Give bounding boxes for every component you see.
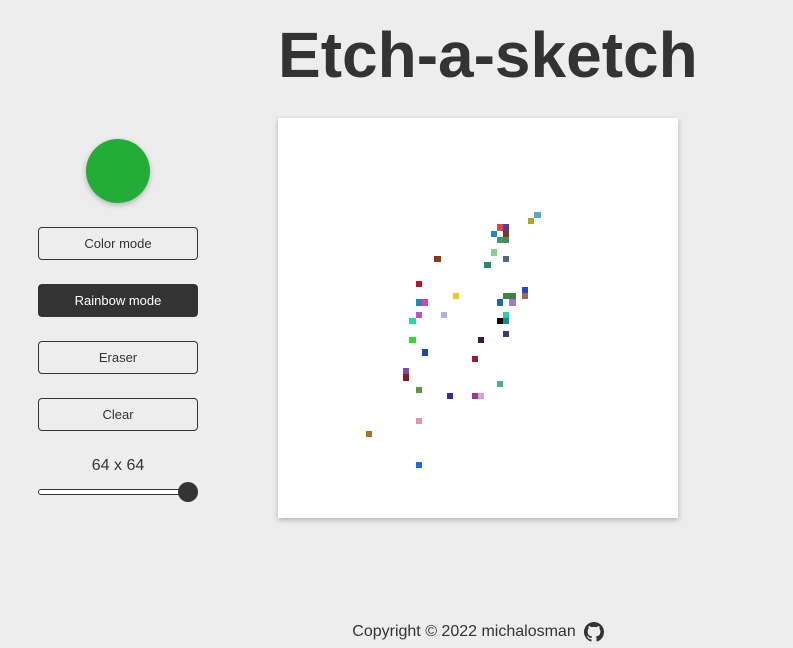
grid-cell[interactable]: [446, 393, 453, 400]
grid-cell[interactable]: [434, 255, 441, 262]
grid-cell[interactable]: [503, 318, 510, 325]
rainbow-mode-button[interactable]: Rainbow mode: [38, 284, 198, 317]
grid-cell[interactable]: [409, 318, 416, 325]
grid-cell[interactable]: [471, 355, 478, 362]
grid-cell[interactable]: [478, 393, 485, 400]
grid-cell[interactable]: [509, 299, 516, 306]
grid-cell[interactable]: [365, 430, 372, 437]
grid-cell[interactable]: [534, 211, 541, 218]
grid-cell[interactable]: [503, 255, 510, 262]
grid-cell[interactable]: [421, 349, 428, 356]
drawing-grid[interactable]: [278, 118, 678, 518]
github-icon[interactable]: [583, 622, 604, 642]
grid-cell[interactable]: [415, 418, 422, 425]
footer: Copyright © 2022 michalosman: [0, 620, 793, 644]
grid-cell[interactable]: [490, 249, 497, 256]
grid-cell[interactable]: [415, 386, 422, 393]
grid-cell[interactable]: [415, 280, 422, 287]
grid-cell[interactable]: [415, 311, 422, 318]
grid-cell[interactable]: [440, 311, 447, 318]
color-mode-button[interactable]: Color mode: [38, 227, 198, 260]
grid-cell[interactable]: [484, 261, 491, 268]
grid-cell[interactable]: [403, 374, 410, 381]
copyright-text: Copyright © 2022 michalosman: [352, 623, 576, 640]
grid-size-slider[interactable]: [38, 482, 198, 502]
clear-button[interactable]: Clear: [38, 398, 198, 431]
color-picker[interactable]: [86, 139, 150, 203]
eraser-button[interactable]: Eraser: [38, 341, 198, 374]
grid-cell[interactable]: [421, 299, 428, 306]
grid-cell[interactable]: [496, 299, 503, 306]
grid-cell[interactable]: [528, 218, 535, 225]
grid-cell[interactable]: [503, 236, 510, 243]
page-title: Etch-a-sketch: [278, 19, 698, 91]
grid-cell[interactable]: [496, 380, 503, 387]
grid-cell[interactable]: [503, 330, 510, 337]
grid-cell[interactable]: [453, 293, 460, 300]
grid-cell[interactable]: [409, 336, 416, 343]
slider-track[interactable]: [38, 489, 198, 495]
grid-cell[interactable]: [478, 336, 485, 343]
grid-cell[interactable]: [415, 461, 422, 468]
app-page: Etch-a-sketch Color mode Rainbow mode Er…: [0, 0, 793, 648]
grid-cell[interactable]: [521, 293, 528, 300]
grid-size-label: 64 x 64: [91, 457, 145, 474]
slider-thumb[interactable]: [178, 482, 198, 502]
